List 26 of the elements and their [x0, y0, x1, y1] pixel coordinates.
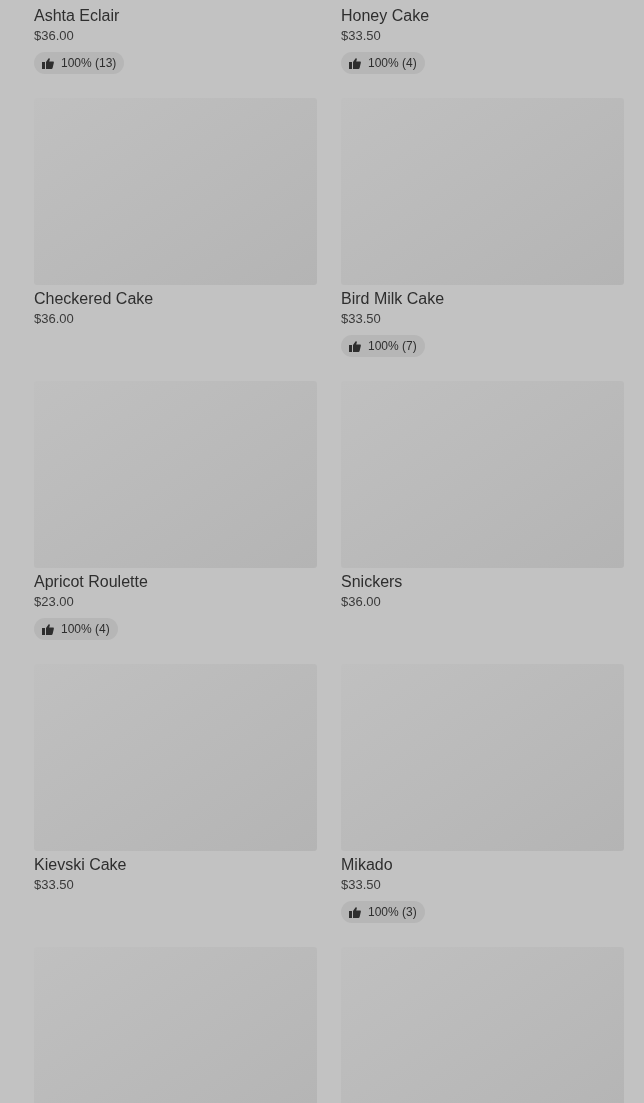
rating-text: 100% (3) [368, 904, 417, 921]
thumbs-up-icon [349, 906, 361, 918]
thumbs-up-icon [349, 340, 361, 352]
product-price: $33.50 [341, 27, 382, 45]
thumbs-up-icon [42, 623, 54, 635]
product-price: $36.00 [341, 593, 382, 611]
product-name[interactable]: Snickers [341, 572, 624, 592]
rating-text: 100% (4) [368, 55, 417, 72]
product-name[interactable]: Apricot Roulette [34, 572, 317, 592]
thumbs-up-icon [42, 57, 54, 69]
product-name[interactable]: Mikado [341, 855, 624, 875]
product-name[interactable]: Checkered Cake [34, 289, 317, 309]
product-price: $36.00 [34, 27, 75, 45]
product-name[interactable]: Honey Cake [341, 6, 624, 26]
product-name[interactable]: Bird Milk Cake [341, 289, 624, 309]
rating-text: 100% (13) [61, 55, 117, 72]
product-price: $33.50 [34, 876, 75, 894]
product-price: $33.50 [341, 876, 382, 894]
rating-text: 100% (7) [368, 338, 417, 355]
product-price: $33.50 [341, 310, 382, 328]
rating-text: 100% (4) [61, 621, 110, 638]
product-name[interactable]: Ashta Eclair [34, 6, 317, 26]
product-price: $23.00 [34, 593, 75, 611]
product-price: $36.00 [34, 310, 75, 328]
thumbs-up-icon [349, 57, 361, 69]
product-name[interactable]: Kievski Cake [34, 855, 317, 875]
